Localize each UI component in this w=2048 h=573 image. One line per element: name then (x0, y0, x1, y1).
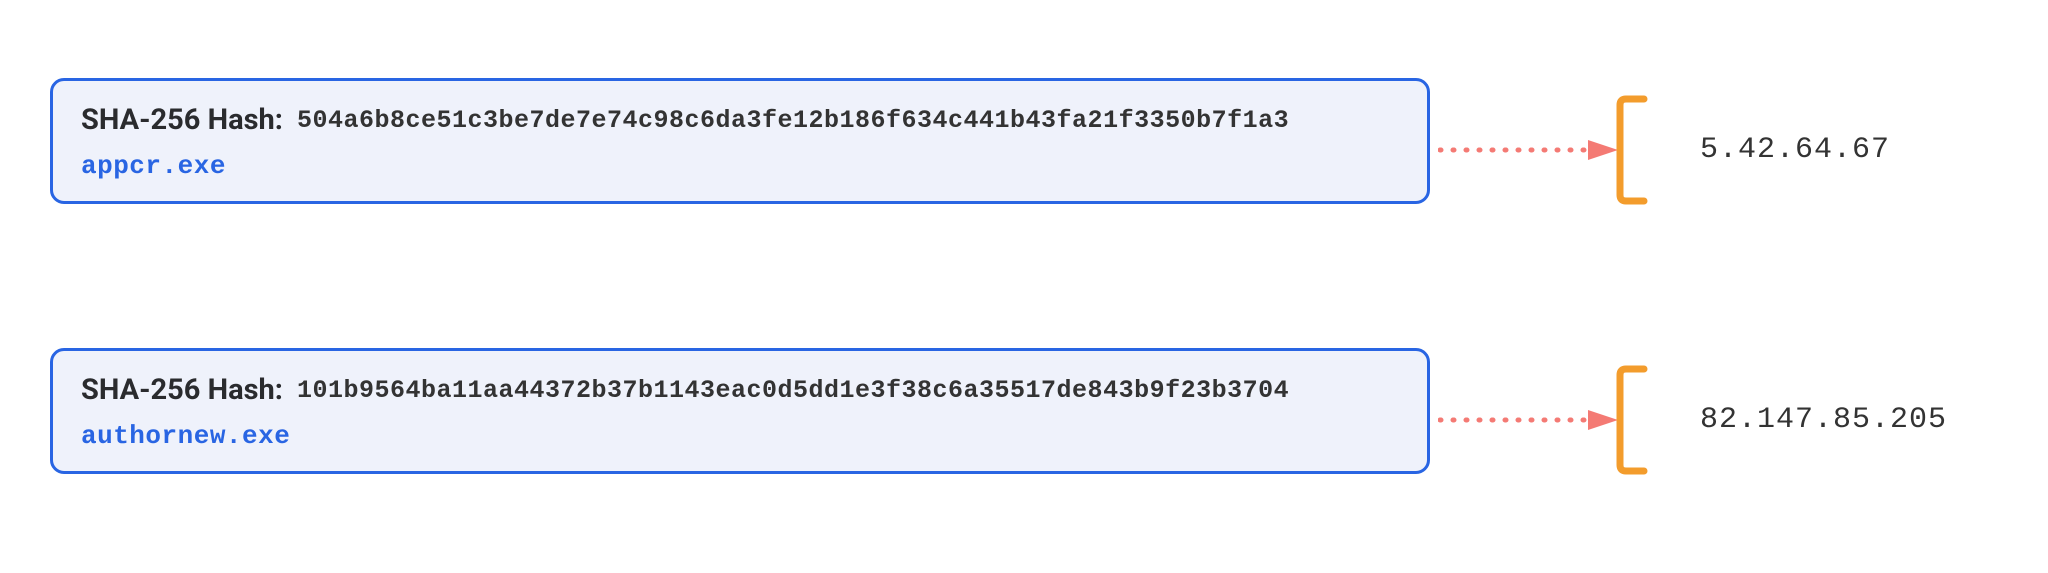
hash-label: SHA-256 Hash: (81, 373, 283, 407)
hash-line: SHA-256 Hash: 101b9564ba11aa44372b37b114… (81, 373, 1399, 407)
hash-entry: SHA-256 Hash: 101b9564ba11aa44372b37b114… (50, 348, 1430, 474)
hash-value: 101b9564ba11aa44372b37b1143eac0d5dd1e3f3… (297, 376, 1289, 405)
filename: appcr.exe (81, 151, 1399, 181)
bracket-icon (1616, 365, 1652, 475)
arrow-icon (1438, 140, 1618, 160)
ip-address: 5.42.64.67 (1700, 133, 1890, 167)
filename: authornew.exe (81, 421, 1399, 451)
hash-value: 504a6b8ce51c3be7de7e74c98c6da3fe12b186f6… (297, 106, 1289, 135)
hash-line: SHA-256 Hash: 504a6b8ce51c3be7de7e74c98c… (81, 103, 1399, 137)
arrow-icon (1438, 410, 1618, 430)
hash-label: SHA-256 Hash: (81, 103, 283, 137)
hash-entry: SHA-256 Hash: 504a6b8ce51c3be7de7e74c98c… (50, 78, 1430, 204)
bracket-icon (1616, 95, 1652, 205)
ip-address: 82.147.85.205 (1700, 403, 1947, 437)
